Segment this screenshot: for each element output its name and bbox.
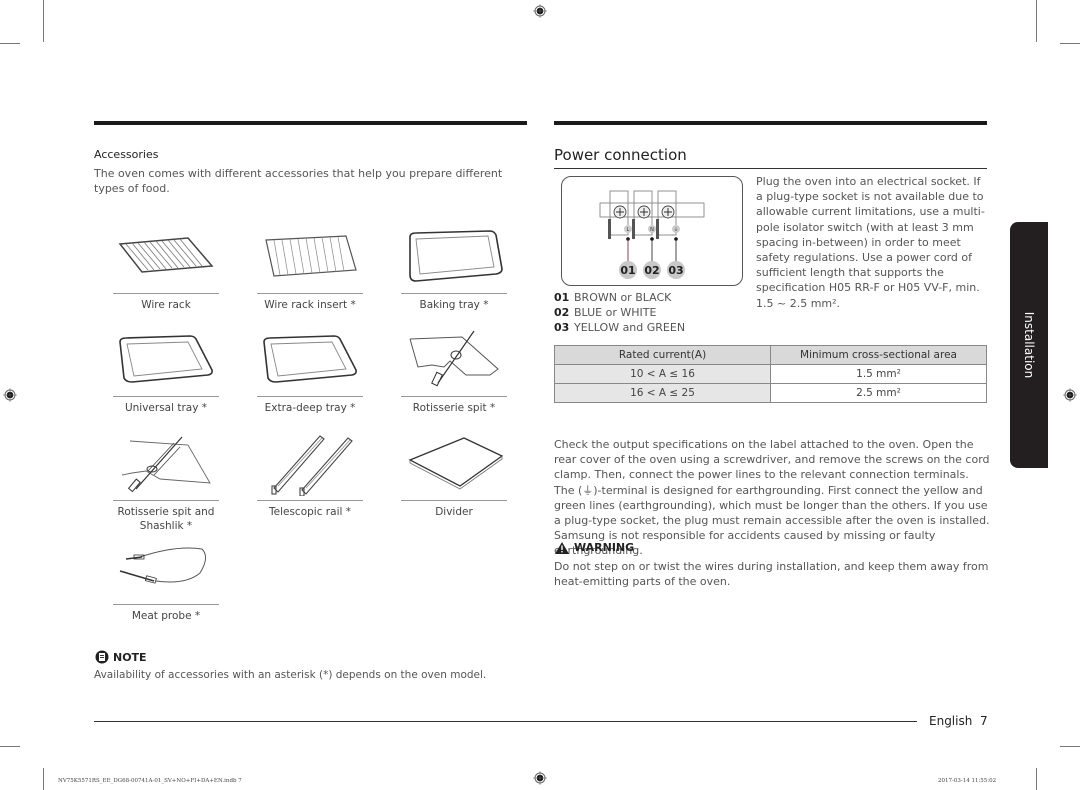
footer-language: English [929,714,973,728]
table-header-row: Rated current(A) Minimum cross-sectional… [554,345,987,365]
table-header: Minimum cross-sectional area [770,345,987,365]
terminal-label: L [627,227,630,233]
table-row: 10 < A ≤ 16 1.5 mm² [554,364,987,384]
table-header: Rated current(A) [554,345,771,365]
accessory-divider: Divider [401,430,507,519]
accessory-rule [113,396,219,397]
crop-mark [1060,43,1080,44]
accessory-rotisserie-shashlik: Rotisserie spit and Shashlik * [113,430,219,533]
page-number: 7 [980,714,988,728]
accessory-label: Telescopic rail * [268,506,351,518]
divider-icon [408,437,504,490]
power-connection-heading: Power connection [554,146,687,164]
crop-mark [0,43,20,44]
warning-label: WARNING [574,541,635,554]
accessory-label: Divider [435,506,473,518]
terminal-label: ⏚ [673,226,678,233]
rotisserie-spit-icon [409,330,499,387]
chapter-tab-label: Installation [1022,311,1036,379]
accessory-rule [401,396,507,397]
wire-rack-insert-icon [265,235,357,277]
accessory-rule [113,604,219,605]
print-filename: NV75K5571RS_EE_DG68-00741A-01_SV+NO+FI+D… [58,778,242,784]
terminal-label: N [650,227,654,233]
terminal-diagram: L N ⏚ 01 02 03 [561,176,743,286]
accessory-extra-deep-tray: Extra-deep tray * [257,326,363,415]
accessory-rule [113,500,219,501]
wire-item: 03 YELLOW and GREEN [554,321,686,335]
accessory-rule [113,293,219,294]
accessory-universal-tray: Universal tray * [113,326,219,415]
accessory-label: Rotisserie spit and Shashlik * [117,506,215,532]
wire-item: 02 BLUE or WHITE [554,306,657,320]
warning-heading: WARNING [555,541,634,554]
note-heading: NOTE [95,650,147,664]
note-icon [95,650,109,664]
note-text: Availability of accessories with an aste… [94,669,487,681]
universal-tray-icon [119,335,213,383]
rotisserie-shashlik-icon [121,436,211,493]
accessory-rule [257,396,363,397]
warning-icon [555,541,569,554]
wire-rack-icon [118,237,214,273]
wire-color-list: 01 BROWN or BLACK 02 BLUE or WHITE 03 YELLO… [554,290,685,336]
crop-mark [1060,746,1080,747]
crop-mark [43,768,44,790]
accessory-wire-rack-insert: Wire rack insert * [257,223,363,312]
chapter-tab-installation[interactable]: Installation [1010,222,1048,468]
crop-mark [0,746,20,747]
accessories-heading: Accessories [94,148,159,161]
accessory-rotisserie-spit: Rotisserie spit * [401,326,507,415]
note-label: NOTE [113,650,147,664]
accessory-telescopic-rail: Telescopic rail * [257,430,363,519]
callout-number: 03 [668,264,683,277]
crop-mark [43,0,44,42]
heading-rule [554,168,987,169]
accessory-label: Baking tray * [419,299,489,311]
crop-mark [1036,768,1037,790]
accessory-baking-tray: Baking tray * [401,223,507,312]
table-cell: 16 < A ≤ 25 [554,383,771,403]
accessory-rule [257,293,363,294]
extra-deep-tray-icon [263,335,357,383]
callout-number: 02 [644,264,659,277]
accessory-rule [257,500,363,501]
section-rule-right [554,121,987,125]
table-cell: 2.5 mm² [770,383,987,403]
warning-text: Do not step on or twist the wires during… [554,560,989,589]
section-rule-left [94,121,527,125]
accessory-label: Extra-deep tray * [264,402,356,414]
meat-probe-icon [119,547,206,584]
accessory-wire-rack: Wire rack [113,223,219,312]
power-intro-text: Plug the oven into an electrical socket.… [756,175,985,310]
accessory-rule [401,500,507,501]
accessory-label: Universal tray * [124,402,208,414]
accessory-rule [401,293,507,294]
baking-tray-icon [409,230,503,282]
accessory-label: Wire rack [141,299,191,311]
telescopic-rail-icon [271,435,353,496]
registration-mark-icon [533,4,547,18]
registration-mark-icon [3,388,17,402]
accessories-intro: The oven comes with different accessorie… [94,167,503,195]
footer-rule [94,721,917,722]
accessory-label: Rotisserie spit * [412,402,496,414]
accessory-meat-probe: Meat probe * [113,540,219,623]
cable-spec-table: Rated current(A) Minimum cross-sectional… [554,345,987,403]
table-cell: 1.5 mm² [770,364,987,384]
print-timestamp: 2017-03-14 11:55:02 [938,778,997,784]
table-row: 16 < A ≤ 25 2.5 mm² [554,383,987,403]
accessory-label: Wire rack insert * [264,299,356,311]
accessory-label: Meat probe * [131,610,201,622]
crop-mark [1036,0,1037,42]
ground-symbol-icon: ⏚ [582,483,594,497]
registration-mark-icon [533,771,547,785]
terminal-block-icon: L N ⏚ 01 02 03 [599,190,705,279]
registration-mark-icon [1063,388,1077,402]
callout-number: 01 [620,264,635,277]
table-cell: 10 < A ≤ 16 [554,364,771,384]
wire-item: 01 BROWN or BLACK [554,291,672,304]
